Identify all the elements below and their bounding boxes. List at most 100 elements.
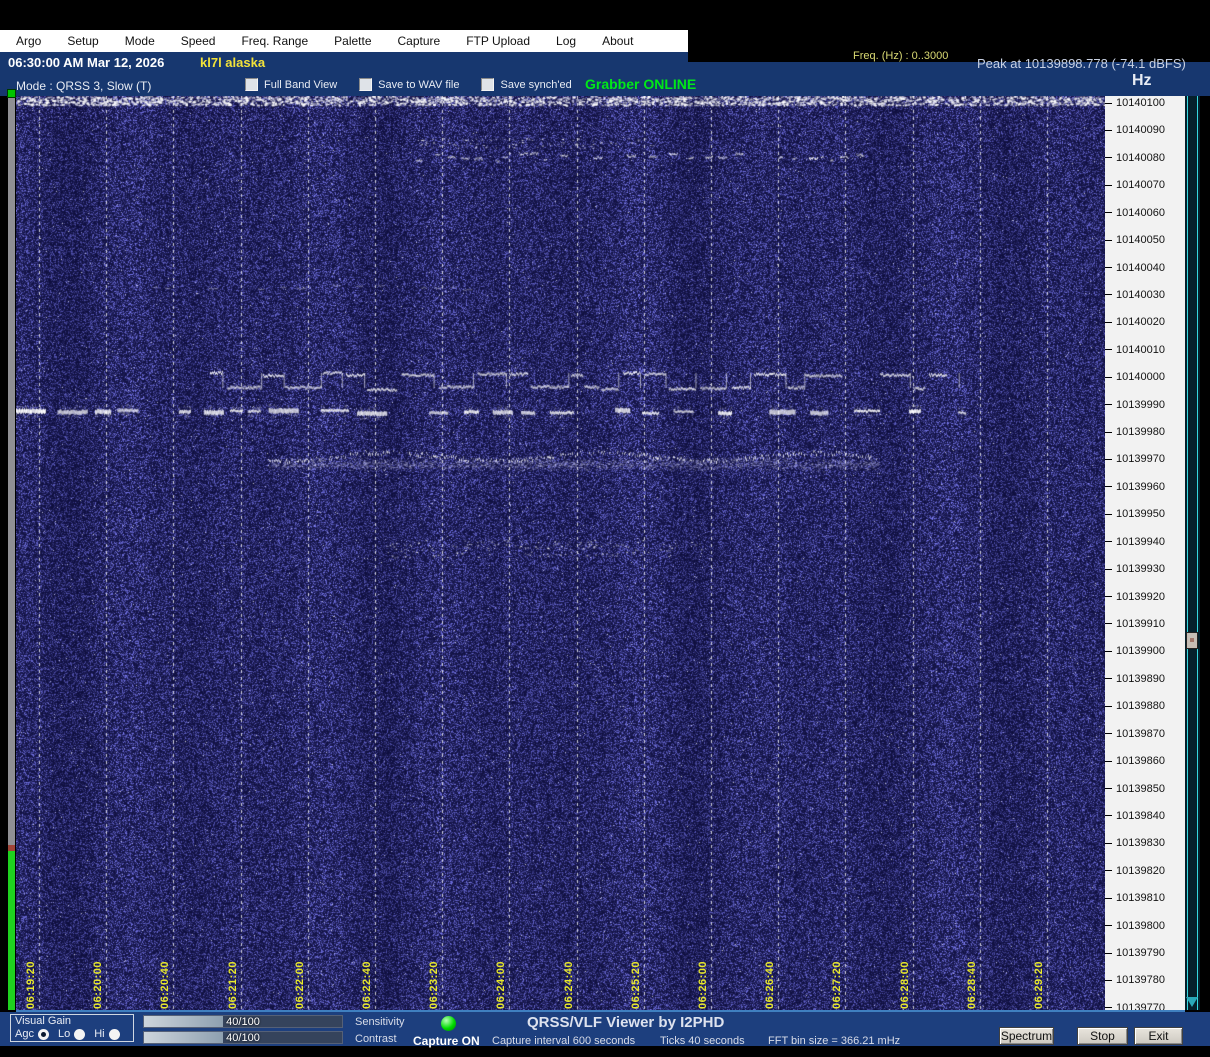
menu-item-about[interactable]: About: [589, 34, 646, 48]
freq-range-label: Freq. (Hz) : 0..3000: [853, 50, 949, 62]
tick-mark: [1105, 513, 1112, 515]
freq-tick-label: 10139880: [1105, 700, 1165, 712]
checkbox-label: Save to WAV file: [378, 78, 460, 91]
checkbox-group: Full Band View Save to WAV file Save synch…: [245, 78, 572, 91]
menu-item-capture[interactable]: Capture: [385, 34, 454, 48]
spectrum-button[interactable]: Spectrum: [999, 1027, 1054, 1045]
tick-mark: [1105, 376, 1112, 378]
slider-label-contrast: Contrast: [355, 1033, 397, 1045]
checkbox-label: Full Band View: [264, 78, 338, 91]
argo-window: Argo Setup Mode Speed Freq. Range Palette Capt…: [0, 0, 1210, 1057]
tick-mark: [1105, 623, 1112, 625]
stop-button[interactable]: Stop: [1077, 1027, 1128, 1045]
freq-tick-label: 10139960: [1105, 481, 1165, 493]
app-title: QRSS/VLF Viewer by I2PHD: [527, 1014, 725, 1031]
menu-item-argo[interactable]: Argo: [3, 34, 54, 48]
menu-item-log[interactable]: Log: [543, 34, 589, 48]
visual-gain-group: Visual Gain Agc Lo Hi: [10, 1014, 134, 1042]
slider-sensitivity[interactable]: 40/100: [143, 1015, 343, 1028]
tick-mark: [1105, 979, 1112, 981]
menu-item-freq-range[interactable]: Freq. Range: [228, 34, 321, 48]
capture-status: Capture ON: [413, 1034, 480, 1048]
visual-gain-title: Visual Gain: [15, 1015, 72, 1027]
spectrogram-canvas[interactable]: [16, 96, 1105, 1010]
tick-mark: [1105, 842, 1112, 844]
scrollbar-down-arrow-icon[interactable]: [1186, 997, 1198, 1007]
fft-bin-label: FFT bin size = 366.21 mHz: [768, 1035, 901, 1047]
scrollbar-track-line: [1187, 96, 1188, 1010]
checkbox-box[interactable]: [359, 78, 373, 91]
tick-mark: [1105, 102, 1112, 104]
tick-mark: [1105, 1007, 1112, 1009]
tick-mark: [1105, 815, 1112, 817]
freq-tick-label: 10140070: [1105, 179, 1165, 191]
tick-mark: [1105, 925, 1112, 927]
freq-tick-label: 10140000: [1105, 371, 1165, 383]
freq-tick-label: 10139870: [1105, 728, 1165, 740]
freq-tick-label: 10139920: [1105, 591, 1165, 603]
capture-led: [441, 1016, 456, 1031]
tick-mark: [1105, 788, 1112, 789]
tick-mark: [1105, 404, 1112, 406]
tick-mark: [1105, 239, 1112, 241]
ticks-label: Ticks 40 seconds: [660, 1035, 745, 1047]
radio-agc[interactable]: [37, 1028, 49, 1040]
menu-item-speed[interactable]: Speed: [168, 34, 229, 48]
slider-contrast[interactable]: 40/100: [143, 1031, 343, 1044]
freq-tick-label: 10139830: [1105, 837, 1165, 849]
freq-tick-label: 10139820: [1105, 865, 1165, 877]
radio-label-hi: Hi: [94, 1028, 105, 1040]
tick-mark: [1105, 157, 1112, 159]
radio-label-lo: Lo: [57, 1028, 71, 1040]
menu-item-palette[interactable]: Palette: [321, 34, 384, 48]
checkbox-label: Save synch'ed: [500, 78, 572, 91]
freq-tick-label: 10139890: [1105, 673, 1165, 685]
freq-tick-label: 10139780: [1105, 974, 1165, 986]
freq-tick-label: 10139970: [1105, 453, 1165, 465]
gain-bar-green: [8, 851, 15, 1010]
tick-mark: [1105, 650, 1112, 652]
tick-mark: [1105, 568, 1112, 570]
freq-tick-label: 10139980: [1105, 426, 1165, 438]
checkbox-full-band-view[interactable]: Full Band View: [245, 78, 337, 91]
exit-button[interactable]: Exit: [1134, 1027, 1183, 1045]
radio-hi[interactable]: [108, 1028, 120, 1040]
scrollbar-thumb[interactable]: [1186, 632, 1198, 649]
checkbox-box[interactable]: [245, 78, 258, 91]
tick-mark: [1105, 952, 1112, 954]
top-right-black-panel: [688, 0, 1210, 62]
freq-tick-label: 10140040: [1105, 262, 1165, 274]
freq-tick-label: 10139950: [1105, 508, 1165, 520]
freq-tick-label: 10139930: [1105, 563, 1165, 575]
gain-bar-gray: [8, 98, 15, 845]
station-label: kl7l alaska: [200, 55, 266, 70]
freq-tick-label: 10139790: [1105, 947, 1165, 959]
freq-tick-label: 10140060: [1105, 207, 1165, 219]
tick-mark: [1105, 897, 1112, 899]
freq-tick-label: 10139770: [1105, 1002, 1165, 1010]
freq-tick-label: 10140080: [1105, 152, 1165, 164]
checkbox-save-synch-ed[interactable]: Save synch'ed: [481, 78, 572, 91]
capture-interval-label: Capture interval 600 seconds: [492, 1035, 636, 1047]
tick-mark: [1105, 212, 1112, 214]
freq-tick-label: 10140020: [1105, 316, 1165, 328]
tick-mark: [1105, 349, 1112, 351]
slider-label-sensitivity: Sensitivity: [355, 1016, 405, 1028]
scrollbar[interactable]: [1185, 96, 1200, 1010]
tick-mark: [1105, 486, 1112, 488]
tick-mark: [1105, 870, 1112, 872]
radio-lo[interactable]: [74, 1028, 86, 1040]
menu-item-ftp-upload[interactable]: FTP Upload: [453, 34, 543, 48]
peak-readout: Peak at 10139898.778 (-74.1 dBFS): [977, 56, 1186, 71]
checkbox-box[interactable]: [481, 78, 495, 91]
slider-stack: 40/100 40/100: [143, 1015, 343, 1047]
menu-item-setup[interactable]: Setup: [54, 34, 111, 48]
menu-item-mode[interactable]: Mode: [112, 34, 168, 48]
slider-value: 40/100: [226, 1031, 260, 1044]
freq-tick-label: 10139850: [1105, 783, 1165, 795]
checkbox-save-to-wav-file[interactable]: Save to WAV file: [359, 78, 459, 91]
freq-tick-label: 10139860: [1105, 755, 1165, 767]
freq-tick-label: 10140030: [1105, 289, 1165, 301]
tick-mark: [1105, 705, 1112, 707]
tick-mark: [1105, 760, 1112, 762]
